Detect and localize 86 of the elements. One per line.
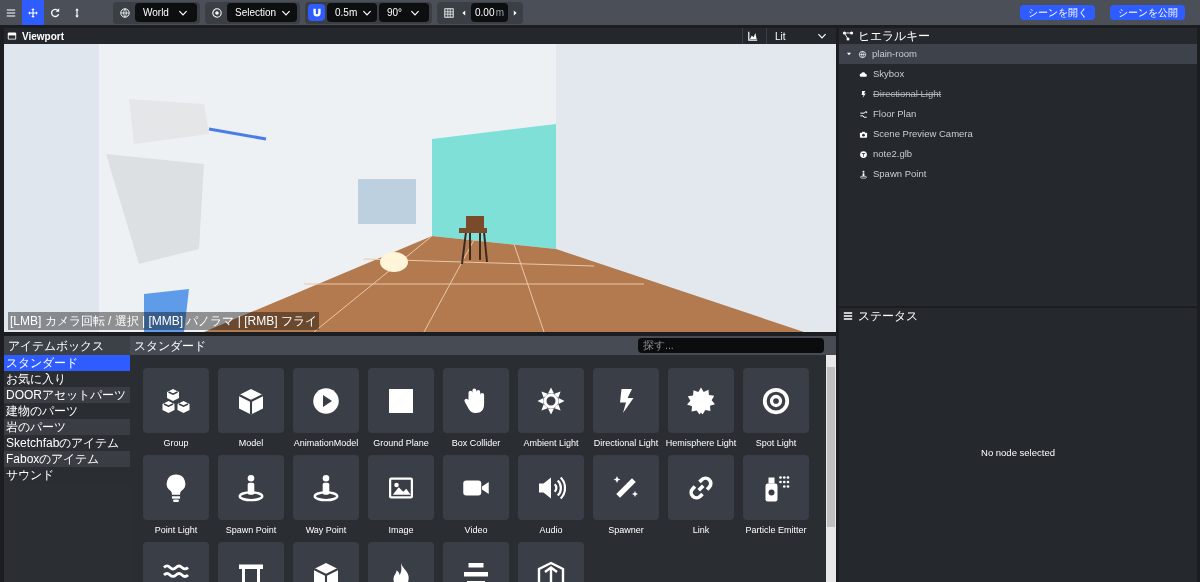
person-icon (311, 472, 341, 503)
menu-icon (5, 6, 17, 19)
item-label: Group (163, 437, 189, 449)
tree-row[interactable]: Skybox (839, 64, 1197, 84)
box-outline-icon (536, 559, 566, 582)
item-label: Image (388, 524, 414, 536)
rotate-icon (49, 6, 61, 19)
item-label: Hemisphere Light (665, 437, 737, 449)
item-label: AnimationModel (293, 437, 359, 449)
starburst-icon (686, 385, 716, 416)
item-label: Ground Plane (373, 437, 429, 449)
panel-title: アイテムボックス (4, 336, 130, 355)
item-label: Way Point (305, 524, 347, 536)
tree-row[interactable]: Scene Preview Camera (839, 124, 1197, 144)
tool-button[interactable] (22, 0, 44, 25)
sun-icon (536, 385, 566, 416)
tree-row[interactable]: Floor Plan (839, 104, 1197, 124)
move-arrows-icon (27, 6, 39, 19)
grid-icon (442, 6, 455, 19)
camera-icon (859, 129, 868, 139)
item-tile[interactable] (218, 455, 284, 520)
tree-row[interactable]: plain-room (839, 44, 1197, 64)
list-icon (842, 310, 854, 322)
panel-title: Viewport (22, 29, 65, 44)
stairs-icon (859, 109, 868, 119)
item-tile[interactable] (218, 368, 284, 433)
item-tile[interactable] (143, 455, 209, 520)
scene-button[interactable]: シーンを公開 (1110, 5, 1185, 20)
item-tile[interactable] (443, 368, 509, 433)
dropdown[interactable]: Selection (227, 3, 297, 22)
item-label: Model (238, 437, 264, 449)
item-tile[interactable] (593, 455, 659, 520)
person-icon (236, 472, 266, 503)
dropdown[interactable]: 90° (379, 3, 429, 22)
category-item[interactable]: スタンダード (4, 355, 130, 371)
item-tile[interactable] (293, 455, 359, 520)
item-label: Particle Emitter (745, 524, 807, 536)
dropdown[interactable]: World (135, 3, 197, 22)
item-label: Spawn Point (225, 524, 277, 536)
chart-icon (746, 30, 759, 42)
target-icon (210, 6, 223, 19)
scene-button[interactable]: シーンを開く (1020, 5, 1095, 20)
search-field[interactable]: 探す... (638, 338, 824, 353)
dropdown[interactable]: 0.5m (327, 3, 377, 22)
scrollbar[interactable] (826, 355, 836, 582)
item-tile[interactable] (668, 368, 734, 433)
item-label: Audio (539, 524, 563, 536)
item-tile[interactable] (368, 455, 434, 520)
item-label: Video (464, 524, 488, 536)
tree-row[interactable]: note2.glb (839, 144, 1197, 164)
item-tile[interactable] (143, 368, 209, 433)
item-label: Directional Light (593, 437, 659, 449)
item-tile[interactable] (668, 455, 734, 520)
snap-toggle[interactable] (308, 4, 325, 21)
item-tile[interactable] (368, 368, 434, 433)
grid-size-field[interactable]: 0.00m (471, 3, 508, 22)
cloud-icon (859, 69, 868, 79)
category-item[interactable]: Faboxのアイテム (4, 451, 130, 467)
item-tile[interactable] (293, 368, 359, 433)
item-tile[interactable] (743, 368, 809, 433)
category-item[interactable]: 岩のパーツ (4, 419, 130, 435)
caret-left-icon (460, 8, 468, 17)
bullseye-icon (761, 385, 791, 416)
tree-row[interactable]: Spawn Point (839, 164, 1197, 184)
panel-title: ステータス (858, 308, 918, 325)
item-label: Spot Light (755, 437, 797, 449)
category-item[interactable]: DOORアセットパーツ (4, 387, 130, 403)
item-label: Link (692, 524, 710, 536)
item-label: Spawner (608, 524, 644, 536)
panel-title: ヒエラルキー (858, 28, 930, 45)
item-tile[interactable] (443, 455, 509, 520)
hierarchy-icon (842, 30, 854, 42)
item-label: Box Collider (451, 437, 501, 449)
item-tile[interactable] (743, 455, 809, 520)
play-icon (311, 385, 341, 416)
person-icon (859, 169, 868, 179)
item-label: Ambient Light (523, 437, 579, 449)
section-title: スタンダード (134, 337, 206, 355)
item-tile[interactable] (518, 455, 584, 520)
caret-right-icon (511, 8, 519, 17)
item-tile[interactable] (593, 368, 659, 433)
magnet-icon (310, 6, 323, 19)
lightning-icon (859, 89, 868, 99)
status-message: No node selected (981, 445, 1055, 460)
item-label: Point Light (154, 524, 198, 536)
item-tile[interactable] (518, 368, 584, 433)
